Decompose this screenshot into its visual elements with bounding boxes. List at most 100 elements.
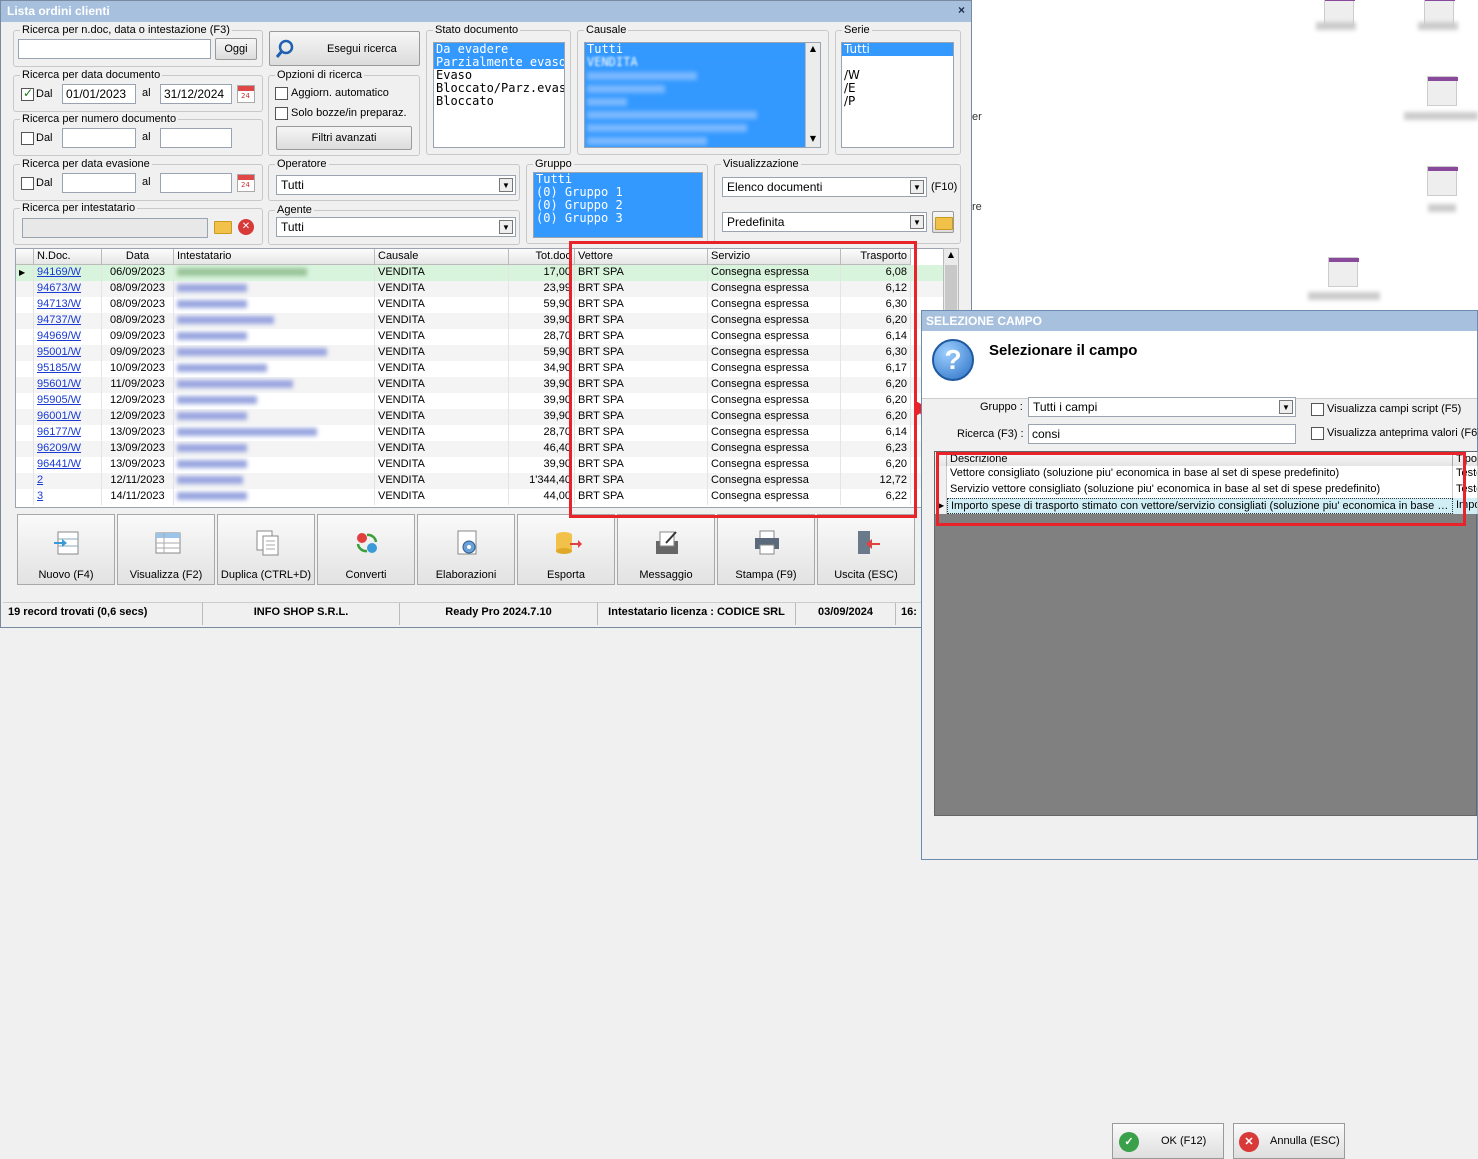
group-select[interactable]: Tutti i campi ▼ [1028,397,1296,417]
serie-item[interactable]: /P [842,95,953,108]
table-cell: 09/09/2023 [102,345,174,361]
table-cell[interactable]: 94969/W [34,329,102,345]
window-titlebar[interactable]: Lista ordini clienti × [1,1,971,22]
table-cell[interactable]: 96001/W [34,409,102,425]
folder-icon[interactable] [212,217,232,235]
dialog-header: ? Selezionare il campo [922,331,1477,399]
grid-header[interactable]: Intestatario [174,249,375,265]
table-cell[interactable]: 96209/W [34,441,102,457]
grid-header[interactable]: Tot.doc [509,249,575,265]
preset-select[interactable]: Predefinita ▼ [722,212,927,232]
desktop-text: er [972,111,982,123]
chevron-down-icon[interactable]: ▼ [499,220,513,234]
cell-customer-redacted [174,393,375,409]
causale-item[interactable]: VENDITA [585,56,820,69]
agente-legend: Agente [275,204,314,216]
cell-customer-redacted [174,313,375,329]
grid-header-indicator [16,249,34,265]
convert-button[interactable]: Converti [317,514,415,585]
scroll-up-icon[interactable]: ▲ [807,44,819,56]
chevron-down-icon[interactable]: ▼ [910,180,924,194]
desktop-file-icon[interactable] [1427,166,1458,196]
date-doc-checkbox[interactable] [21,86,34,101]
new-button[interactable]: Nuovo (F4) [17,514,115,585]
serie-item[interactable]: /E [842,82,953,95]
show-preview-label: Visualizza anteprima valori (F6) [1327,427,1478,439]
print-button[interactable]: Stampa (F9) [717,514,815,585]
date-evas-checkbox[interactable] [21,177,34,190]
chevron-down-icon[interactable]: ▼ [1279,400,1293,414]
dialog-title[interactable]: SELEZIONE CAMPO [922,311,1477,331]
serie-item[interactable]: Tutti [842,43,953,56]
grid-header[interactable]: Causale [375,249,509,265]
desktop-file-icon[interactable] [1328,257,1359,287]
chevron-down-icon[interactable]: ▼ [499,178,513,192]
num-doc-to-input[interactable] [160,128,232,148]
num-doc-from-input[interactable] [62,128,136,148]
show-preview-checkbox[interactable] [1311,427,1324,440]
desktop-icon-label [1418,22,1458,30]
date-evas-to-input[interactable] [160,173,232,193]
num-doc-checkbox[interactable] [21,132,34,145]
stato-item[interactable]: Bloccato [434,95,564,108]
drafts-only-checkbox[interactable] [275,107,288,120]
gruppo-item[interactable]: (0) Gruppo 3 [534,212,702,225]
processing-gear-icon [457,530,477,555]
scroll-up-icon[interactable]: ▲ [945,250,957,262]
message-button[interactable]: Messaggio [617,514,715,585]
table-cell[interactable]: 95001/W [34,345,102,361]
show-script-fields-checkbox[interactable] [1311,403,1324,416]
grid-header[interactable]: Data [102,249,174,265]
chevron-down-icon[interactable]: ▼ [910,215,924,229]
auto-update-checkbox[interactable] [275,87,288,100]
agente-select[interactable]: Tutti ▼ [276,217,516,237]
advanced-filters-button[interactable]: Filtri avanzati [276,126,412,150]
gruppo-listbox[interactable]: Tutti (0) Gruppo 1 (0) Gruppo 2 (0) Grup… [533,172,703,238]
table-cell[interactable]: 94673/W [34,281,102,297]
table-cell[interactable]: 96177/W [34,425,102,441]
exit-button[interactable]: Uscita (ESC) [817,514,915,585]
grid-header[interactable]: N.Doc. [34,249,102,265]
operatore-select[interactable]: Tutti ▼ [276,175,516,195]
table-cell[interactable]: 95185/W [34,361,102,377]
calendar-icon[interactable]: 24 [237,174,255,192]
causale-listbox[interactable]: Tutti VENDITA [584,42,821,148]
table-cell[interactable]: 2 [34,473,102,489]
table-cell[interactable]: 94169/W [34,265,102,281]
export-button[interactable]: Esporta [517,514,615,585]
date-evas-from-input[interactable] [62,173,136,193]
stato-listbox[interactable]: Da evadere Parzialmente evaso Evaso Bloc… [433,42,565,148]
intestatario-input[interactable] [22,218,208,238]
table-cell[interactable]: 94713/W [34,297,102,313]
serie-listbox[interactable]: Tutti /W /E /P [841,42,954,148]
table-cell[interactable]: 96441/W [34,457,102,473]
view-select[interactable]: Elenco documenti ▼ [722,177,927,197]
ok-button[interactable]: ✓ OK (F12) [1112,1123,1224,1159]
table-cell[interactable]: 94737/W [34,313,102,329]
table-cell: 06/09/2023 [102,265,174,281]
duplicate-button[interactable]: Duplica (CTRL+D) [217,514,315,585]
table-cell[interactable]: 95905/W [34,393,102,409]
search-field-input[interactable]: consi [1028,424,1296,444]
date-doc-from-input[interactable]: 01/01/2023 [62,84,136,104]
today-button[interactable]: Oggi [215,38,257,60]
close-icon[interactable]: × [958,3,965,17]
cancel-button[interactable]: ✕ Annulla (ESC) [1233,1123,1345,1159]
scroll-down-icon[interactable]: ▼ [807,134,819,146]
date-doc-to-input[interactable]: 31/12/2024 [160,84,232,104]
search-button[interactable]: Esegui ricerca [269,31,420,66]
causale-scrollbar[interactable]: ▲ ▼ [805,43,820,147]
table-cell: 08/09/2023 [102,297,174,313]
calendar-icon[interactable]: 24 [237,85,255,103]
serie-item[interactable]: /W [842,69,953,82]
preset-folder-button[interactable] [932,211,954,233]
search-ndoc-input[interactable] [18,39,211,59]
printer-icon [755,530,779,555]
processing-button[interactable]: Elaborazioni [417,514,515,585]
duplicate-button-label: Duplica (CTRL+D) [220,569,312,581]
table-cell[interactable]: 95601/W [34,377,102,393]
view-button[interactable]: Visualizza (F2) [117,514,215,585]
table-cell[interactable]: 3 [34,489,102,505]
clear-icon[interactable]: ✕ [238,219,254,235]
desktop-file-icon[interactable] [1427,76,1458,106]
